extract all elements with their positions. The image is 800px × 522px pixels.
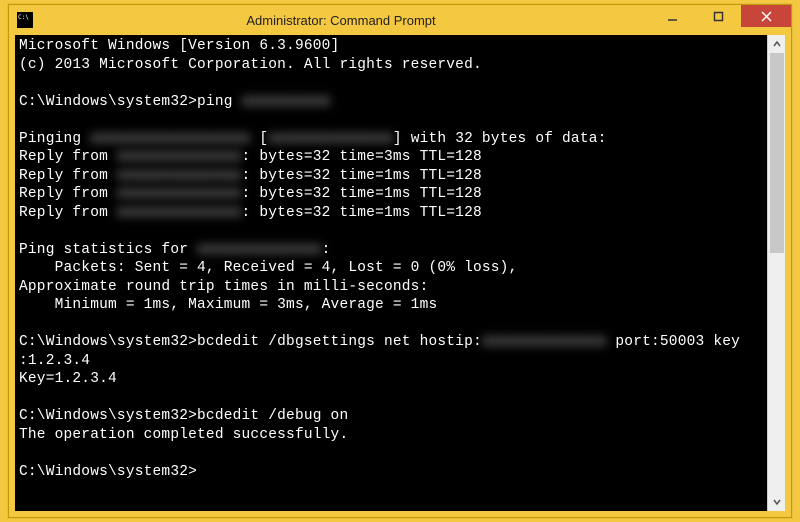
cmd-icon	[17, 12, 33, 28]
terminal-line: Pinging xxxxxxxxxxxxxxxxxx [xxxxxxxxxxxx…	[19, 130, 763, 149]
terminal-line	[19, 111, 763, 130]
terminal-output[interactable]: Microsoft Windows [Version 6.3.9600](c) …	[15, 35, 767, 511]
terminal-line	[19, 315, 763, 334]
scroll-thumb[interactable]	[770, 53, 784, 253]
redacted-text: xxxxxxxxxxxxxxxxxx	[90, 131, 250, 147]
terminal-line: (c) 2013 Microsoft Corporation. All righ…	[19, 56, 763, 75]
terminal-line	[19, 222, 763, 241]
terminal-line: Reply from xxxxxxxxxxxxxx: bytes=32 time…	[19, 185, 763, 204]
terminal-line	[19, 444, 763, 463]
terminal-text: C:\Windows\system32>ping	[19, 94, 242, 110]
maximize-button[interactable]	[695, 5, 741, 27]
terminal-line: Reply from xxxxxxxxxxxxxx: bytes=32 time…	[19, 204, 763, 223]
redacted-text: xxxxxxxxxxxxxx	[268, 131, 393, 147]
redacted-text: xxxxxxxxxxxxxx	[117, 149, 242, 165]
terminal-text: Pinging	[19, 131, 90, 147]
command-prompt-window: Administrator: Command Prompt Microsoft …	[8, 4, 792, 518]
terminal-text: : bytes=32 time=3ms TTL=128	[242, 149, 482, 165]
terminal-text: : bytes=32 time=1ms TTL=128	[242, 168, 482, 184]
terminal-line	[19, 74, 763, 93]
content-area: Microsoft Windows [Version 6.3.9600](c) …	[15, 35, 785, 511]
terminal-line: Packets: Sent = 4, Received = 4, Lost = …	[19, 259, 763, 278]
window-controls	[649, 5, 791, 27]
terminal-text: Reply from	[19, 205, 117, 221]
terminal-text: [	[250, 131, 268, 147]
terminal-line: C:\Windows\system32>ping xxxxxxxxxx	[19, 93, 763, 112]
minimize-button[interactable]	[649, 5, 695, 27]
terminal-line: :1.2.3.4	[19, 352, 763, 371]
close-button[interactable]	[741, 5, 791, 27]
terminal-text: Ping statistics for	[19, 242, 197, 258]
redacted-text: xxxxxxxxxxxxxx	[482, 334, 607, 350]
terminal-line: The operation completed successfully.	[19, 426, 763, 445]
redacted-text: xxxxxxxxxxxxxx	[117, 168, 242, 184]
redacted-text: xxxxxxxxxxxxxx	[117, 205, 242, 221]
terminal-line: Reply from xxxxxxxxxxxxxx: bytes=32 time…	[19, 148, 763, 167]
terminal-line: Key=1.2.3.4	[19, 370, 763, 389]
scroll-up-icon[interactable]	[768, 35, 786, 53]
terminal-text: C:\Windows\system32>bcdedit /dbgsettings…	[19, 334, 482, 350]
terminal-line: Approximate round trip times in milli-se…	[19, 278, 763, 297]
redacted-text: xxxxxxxxxx	[242, 94, 331, 110]
terminal-line: Minimum = 1ms, Maximum = 3ms, Average = …	[19, 296, 763, 315]
redacted-text: xxxxxxxxxxxxxx	[117, 186, 242, 202]
terminal-text: port:50003 key	[607, 334, 741, 350]
titlebar[interactable]: Administrator: Command Prompt	[9, 5, 791, 35]
terminal-line: Reply from xxxxxxxxxxxxxx: bytes=32 time…	[19, 167, 763, 186]
window-title: Administrator: Command Prompt	[33, 13, 649, 28]
terminal-line: C:\Windows\system32>bcdedit /debug on	[19, 407, 763, 426]
terminal-line: Ping statistics for xxxxxxxxxxxxxx:	[19, 241, 763, 260]
terminal-text: : bytes=32 time=1ms TTL=128	[242, 186, 482, 202]
scrollbar[interactable]	[767, 35, 785, 511]
terminal-text: Reply from	[19, 186, 117, 202]
terminal-line	[19, 389, 763, 408]
scroll-down-icon[interactable]	[768, 493, 786, 511]
terminal-text: Reply from	[19, 168, 117, 184]
terminal-line: C:\Windows\system32>bcdedit /dbgsettings…	[19, 333, 763, 352]
terminal-text: :	[322, 242, 331, 258]
terminal-line: C:\Windows\system32>	[19, 463, 763, 482]
redacted-text: xxxxxxxxxxxxxx	[197, 242, 322, 258]
terminal-text: : bytes=32 time=1ms TTL=128	[242, 205, 482, 221]
terminal-line: Microsoft Windows [Version 6.3.9600]	[19, 37, 763, 56]
terminal-text: Reply from	[19, 149, 117, 165]
terminal-text: ] with 32 bytes of data:	[393, 131, 607, 147]
